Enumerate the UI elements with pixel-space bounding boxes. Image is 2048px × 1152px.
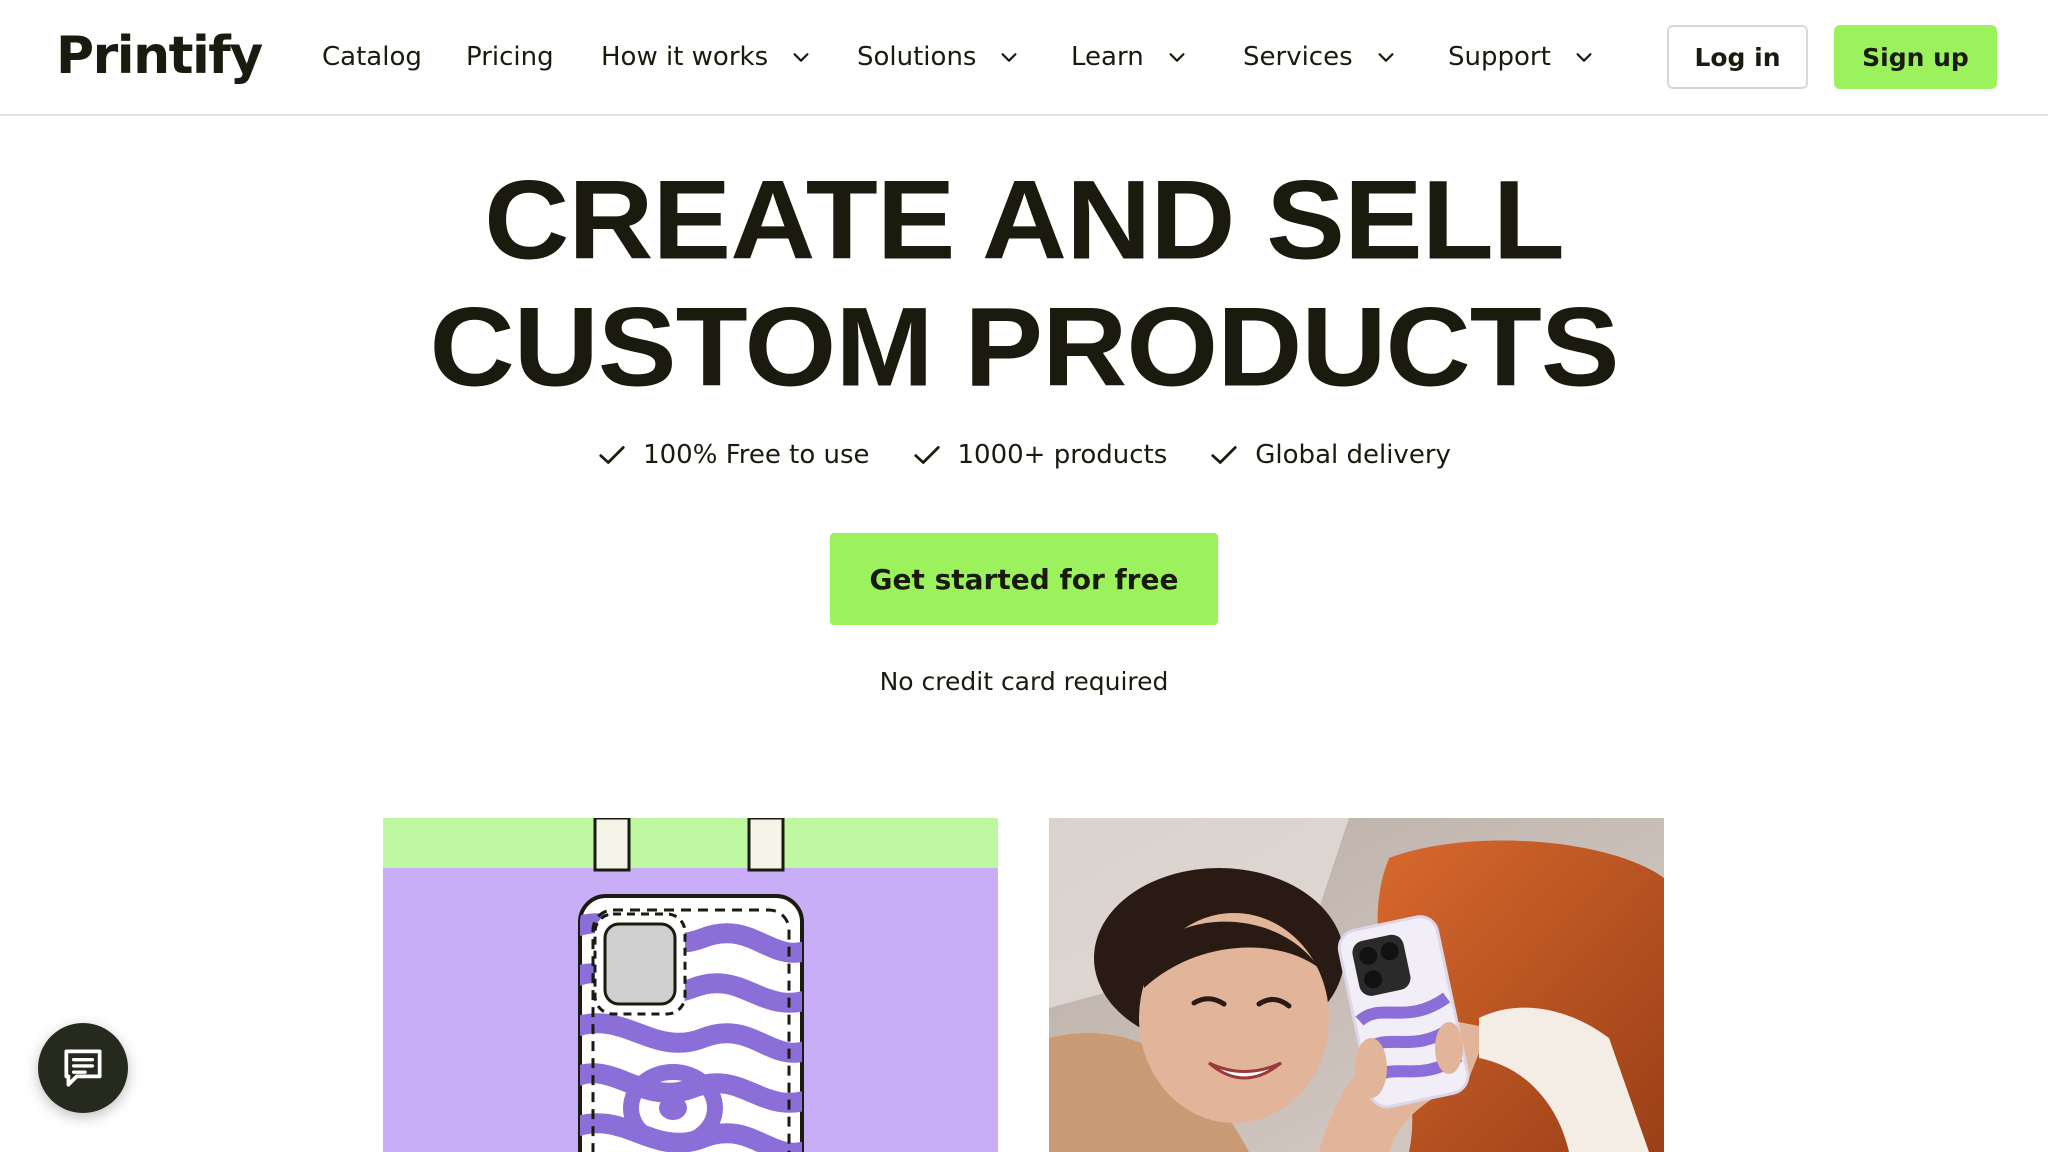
feature-item: Global delivery bbox=[1209, 440, 1451, 470]
no-credit-card-note: No credit card required bbox=[879, 667, 1169, 696]
check-icon bbox=[912, 440, 942, 470]
signup-button[interactable]: Sign up bbox=[1834, 25, 1997, 89]
nav-learn[interactable]: Learn bbox=[1071, 29, 1188, 85]
chat-icon bbox=[58, 1043, 108, 1093]
feature-label: 100% Free to use bbox=[643, 440, 870, 470]
woman-holding-phone-photo bbox=[1049, 818, 1664, 1152]
hero-headline-line1: CREATE AND SELL bbox=[484, 157, 1565, 284]
nav-catalog[interactable]: Catalog bbox=[322, 29, 422, 85]
site-header: Printify Catalog Pricing How it works So… bbox=[0, 0, 2048, 116]
nav-services-label: Services bbox=[1243, 42, 1353, 72]
feature-list: 100% Free to use 1000+ products Global d… bbox=[0, 440, 2048, 470]
check-icon bbox=[1209, 440, 1239, 470]
nav-services[interactable]: Services bbox=[1243, 29, 1397, 85]
nav-catalog-label: Catalog bbox=[322, 42, 422, 72]
printify-logo[interactable]: Printify bbox=[56, 22, 263, 90]
hero-headline-line2: CUSTOM PRODUCTS bbox=[429, 284, 1619, 411]
nav-solutions[interactable]: Solutions bbox=[857, 29, 1020, 85]
nav-support-label: Support bbox=[1448, 42, 1551, 72]
hero-headline: CREATE AND SELL CUSTOM PRODUCTS bbox=[0, 157, 2048, 412]
login-button[interactable]: Log in bbox=[1667, 25, 1808, 89]
chevron-down-icon bbox=[1166, 46, 1188, 68]
nav-pricing[interactable]: Pricing bbox=[466, 29, 554, 85]
chevron-down-icon bbox=[1573, 46, 1595, 68]
chevron-down-icon bbox=[1375, 46, 1397, 68]
chevron-down-icon bbox=[998, 46, 1020, 68]
page: Printify Catalog Pricing How it works So… bbox=[0, 0, 2048, 1152]
feature-item: 100% Free to use bbox=[597, 440, 870, 470]
feature-label: 1000+ products bbox=[957, 440, 1168, 470]
chat-button[interactable] bbox=[38, 1023, 128, 1113]
nav-solutions-label: Solutions bbox=[857, 42, 977, 72]
get-started-button[interactable]: Get started for free bbox=[830, 533, 1218, 625]
nav-support[interactable]: Support bbox=[1448, 29, 1595, 85]
nav-pricing-label: Pricing bbox=[466, 42, 554, 72]
chevron-down-icon bbox=[790, 46, 812, 68]
feature-label: Global delivery bbox=[1255, 440, 1451, 470]
feature-item: 1000+ products bbox=[912, 440, 1168, 470]
nav-how-it-works[interactable]: How it works bbox=[601, 29, 812, 85]
nav-how-it-works-label: How it works bbox=[601, 42, 769, 72]
check-icon bbox=[597, 440, 627, 470]
nav-learn-label: Learn bbox=[1071, 42, 1144, 72]
phone-case-design-mockup bbox=[383, 818, 998, 1152]
